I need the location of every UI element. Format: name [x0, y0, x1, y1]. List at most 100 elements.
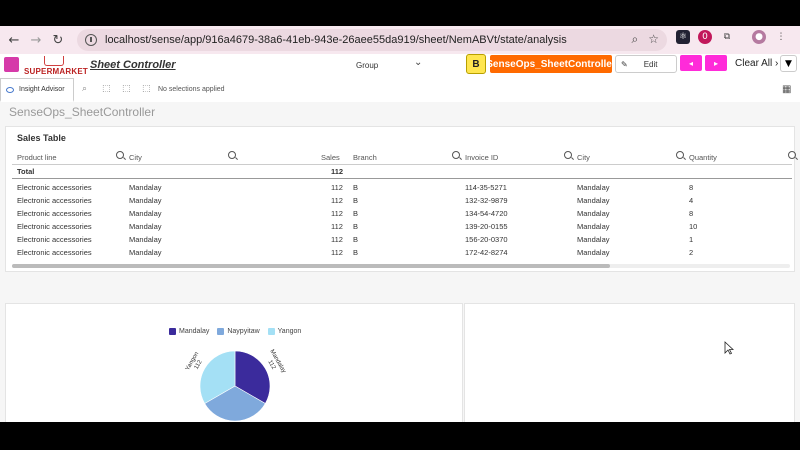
- chevron-down-icon[interactable]: ⌄: [414, 57, 422, 68]
- table-cell[interactable]: Electronic accessories: [17, 235, 92, 244]
- next-sheet-button[interactable]: ▸: [705, 55, 727, 71]
- extension-react-icon[interactable]: ⚛: [676, 30, 690, 44]
- header-city[interactable]: City: [129, 153, 142, 162]
- insight-advisor-button[interactable]: Insight Advisor: [0, 78, 74, 102]
- table-cell[interactable]: Electronic accessories: [17, 209, 92, 218]
- table-row[interactable]: Electronic accessories Mandalay 112 B 156-20…: [12, 233, 792, 246]
- table-cell[interactable]: B: [353, 248, 358, 257]
- table-cell[interactable]: 156-20-0370: [465, 235, 508, 244]
- table-cell[interactable]: Mandalay: [577, 235, 610, 244]
- bookmark-star-icon[interactable]: ☆: [648, 32, 659, 47]
- header-product-line[interactable]: Product line: [17, 153, 57, 162]
- table-cell[interactable]: 172-42-8274: [465, 248, 508, 257]
- header-quantity[interactable]: Quantity: [689, 153, 717, 162]
- scrollbar-thumb[interactable]: [12, 264, 610, 268]
- table-row[interactable]: Electronic accessories Mandalay 112 B 132-32…: [12, 194, 792, 207]
- table-cell[interactable]: Electronic accessories: [17, 196, 92, 205]
- zoom-icon[interactable]: ⌕: [632, 32, 639, 47]
- table-cell[interactable]: Mandalay: [129, 196, 162, 205]
- pie-chart-panel[interactable]: Mandalay Naypyitaw Yangon Mandalay112Naypy…: [5, 303, 463, 422]
- site-info-icon[interactable]: [85, 34, 97, 46]
- app-title[interactable]: Sheet Controller: [90, 59, 176, 71]
- sales-table-panel[interactable]: Sales Table Product line City Sales Bran…: [5, 126, 796, 272]
- smart-search-icon[interactable]: ⌕: [82, 84, 92, 94]
- prev-sheet-button[interactable]: ◂: [680, 55, 702, 71]
- legend-item[interactable]: Naypyitaw: [217, 328, 260, 335]
- table-cell[interactable]: B: [353, 209, 358, 218]
- header-invoice-id[interactable]: Invoice ID: [465, 153, 498, 162]
- header-sales[interactable]: Sales: [321, 153, 340, 162]
- legend-item[interactable]: Mandalay: [169, 328, 209, 335]
- filter-icon[interactable]: ▼: [780, 55, 797, 72]
- table-cell[interactable]: 112: [331, 183, 343, 192]
- grid-view-icon[interactable]: ▦: [782, 84, 791, 95]
- table-row[interactable]: Electronic accessories Mandalay 112 B 172-42…: [12, 246, 792, 259]
- legend-item[interactable]: Yangon: [267, 328, 301, 335]
- table-cell[interactable]: B: [353, 183, 358, 192]
- table-cell[interactable]: Mandalay: [577, 222, 610, 231]
- extension-badge-icon[interactable]: 0: [698, 30, 712, 44]
- horizontal-scrollbar[interactable]: [12, 264, 790, 268]
- table-cell[interactable]: Electronic accessories: [17, 222, 92, 231]
- table-cell[interactable]: 4: [689, 196, 693, 205]
- back-icon[interactable]: ←: [3, 29, 25, 51]
- url-text[interactable]: localhost/sense/app/916a4679-38a6-41eb-9…: [105, 34, 567, 46]
- step-back-icon[interactable]: ⬚: [102, 84, 112, 94]
- table-cell[interactable]: Mandalay: [129, 248, 162, 257]
- table-cell[interactable]: B: [353, 196, 358, 205]
- senseops-sheetcontroller-button[interactable]: SenseOps_SheetController: [486, 55, 616, 73]
- search-icon[interactable]: [564, 151, 572, 159]
- search-icon[interactable]: [676, 151, 684, 159]
- search-icon[interactable]: [788, 151, 796, 159]
- table-cell[interactable]: 112: [331, 235, 343, 244]
- table-cell[interactable]: Mandalay: [577, 209, 610, 218]
- table-cell[interactable]: 8: [689, 209, 693, 218]
- table-cell[interactable]: Mandalay: [577, 196, 610, 205]
- table-cell[interactable]: 10: [689, 222, 697, 231]
- clear-selections-icon[interactable]: ⬚: [142, 84, 152, 94]
- reload-icon[interactable]: ↻: [47, 29, 69, 51]
- table-cell[interactable]: 2: [689, 248, 693, 257]
- table-cell[interactable]: 112: [331, 196, 343, 205]
- pie-chart[interactable]: Mandalay112Naypyitaw112Yangon112: [176, 340, 296, 422]
- search-icon[interactable]: [452, 151, 460, 159]
- table-cell[interactable]: Mandalay: [129, 209, 162, 218]
- table-cell[interactable]: Electronic accessories: [17, 183, 92, 192]
- extensions-puzzle-icon[interactable]: ⧉: [720, 30, 734, 44]
- table-cell[interactable]: B: [353, 222, 358, 231]
- b-button[interactable]: B: [466, 54, 486, 74]
- table-row[interactable]: Electronic accessories Mandalay 112 B 139-20…: [12, 220, 792, 233]
- table-cell[interactable]: 139-20-0155: [465, 222, 508, 231]
- table-cell[interactable]: 112: [331, 209, 343, 218]
- header-branch[interactable]: Branch: [353, 153, 377, 162]
- table-cell[interactable]: Electronic accessories: [17, 248, 92, 257]
- edit-button[interactable]: ✎ Edit: [615, 55, 677, 73]
- header-city-2[interactable]: City: [577, 153, 590, 162]
- table-cell[interactable]: 8: [689, 183, 693, 192]
- table-row[interactable]: Electronic accessories Mandalay 112 B 134-54…: [12, 207, 792, 220]
- profile-avatar-icon[interactable]: ●: [752, 30, 766, 44]
- table-cell[interactable]: 134-54-4720: [465, 209, 508, 218]
- table-cell[interactable]: Mandalay: [577, 183, 610, 192]
- table-cell[interactable]: Mandalay: [129, 183, 162, 192]
- table-row[interactable]: Electronic accessories Mandalay 112 B 114-35…: [12, 181, 792, 194]
- table-cell[interactable]: 112: [331, 222, 343, 231]
- browser-menu-icon[interactable]: ⋮: [774, 30, 788, 44]
- table-cell[interactable]: 112: [331, 248, 343, 257]
- search-icon[interactable]: [228, 151, 236, 159]
- table-cell[interactable]: 132-32-9879: [465, 196, 508, 205]
- forward-icon[interactable]: →: [25, 29, 47, 51]
- table-cell[interactable]: Mandalay: [577, 248, 610, 257]
- table-cell[interactable]: Mandalay: [129, 222, 162, 231]
- table-total-row: Total 112: [12, 165, 792, 179]
- table-cell[interactable]: B: [353, 235, 358, 244]
- search-icon[interactable]: [116, 151, 124, 159]
- step-forward-icon[interactable]: ⬚: [122, 84, 132, 94]
- table-cell[interactable]: 114-35-5271: [465, 183, 507, 192]
- table-cell[interactable]: Mandalay: [129, 235, 162, 244]
- address-bar[interactable]: localhost/sense/app/916a4679-38a6-41eb-9…: [77, 29, 667, 51]
- group-dropdown[interactable]: Group: [356, 61, 378, 70]
- qlik-menu-icon[interactable]: [4, 57, 19, 72]
- table-cell[interactable]: 1: [689, 235, 693, 244]
- clear-all-button[interactable]: Clear All ›: [735, 58, 778, 69]
